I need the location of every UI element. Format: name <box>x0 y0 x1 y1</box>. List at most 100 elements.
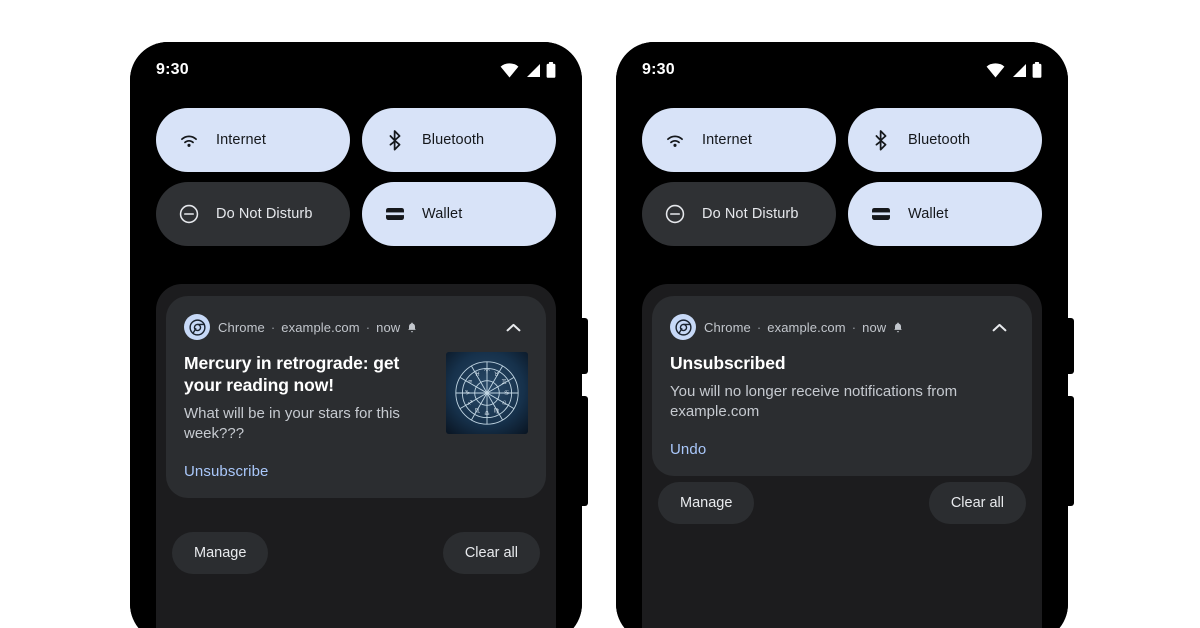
quick-tile-label: Bluetooth <box>908 132 971 148</box>
quick-tile-label: Do Not Disturb <box>216 206 313 222</box>
notification-text-block: Mercury in retrograde: get your reading … <box>184 352 432 443</box>
cellular-signal-icon <box>527 63 540 77</box>
svg-text:♓: ♓ <box>475 371 480 378</box>
wallet-icon <box>386 207 404 221</box>
phone-left: 9:30 Internet Bluetooth Do Not Disturb W… <box>130 42 588 628</box>
notification-app-name: Chrome <box>704 319 751 335</box>
quick-tile-label: Internet <box>216 132 266 148</box>
minus-circle-icon <box>665 204 685 224</box>
svg-text:♏: ♏ <box>475 408 481 415</box>
notification-meta: Chrome · example.com · now <box>704 320 976 335</box>
quick-tile-do-not-disturb[interactable]: Do Not Disturb <box>156 182 350 246</box>
notification-body: Mercury in retrograde: get your reading … <box>184 352 528 443</box>
battery-icon <box>1032 62 1042 78</box>
quick-settings-grid: Internet Bluetooth Do Not Disturb Wallet <box>156 108 556 246</box>
notification-text-block: Unsubscribed You will no longer receive … <box>670 352 1014 421</box>
quick-tile-wallet[interactable]: Wallet <box>362 182 556 246</box>
chrome-glyph <box>188 318 206 336</box>
svg-text:♍: ♍ <box>494 408 499 415</box>
phone-right: 9:30 Internet Bluetooth Do Not Disturb W… <box>616 42 1074 628</box>
notification-app-name: Chrome <box>218 319 265 335</box>
svg-text:♑: ♑ <box>465 390 470 397</box>
minus-circle-icon <box>179 204 199 224</box>
chrome-icon <box>184 314 210 340</box>
status-clock: 9:30 <box>642 61 675 78</box>
status-system-icons <box>500 62 556 78</box>
quick-tile-internet[interactable]: Internet <box>642 108 836 172</box>
chrome-icon <box>670 314 696 340</box>
bell-icon <box>408 322 417 332</box>
svg-text:♒: ♒ <box>467 379 472 386</box>
notification-title: Unsubscribed <box>670 353 786 373</box>
meta-separator: · <box>851 319 857 335</box>
notification-meta: Chrome · example.com · now <box>218 320 490 335</box>
quick-tile-wallet[interactable]: Wallet <box>848 182 1042 246</box>
notification-action-unsubscribe[interactable]: Unsubscribe <box>184 463 528 480</box>
chevron-up-icon <box>992 323 1006 331</box>
notification-shade: Chrome · example.com · now <box>156 284 556 628</box>
notification-header: Chrome · example.com · now <box>670 312 1014 342</box>
svg-text:♐: ♐ <box>467 400 472 407</box>
clear-all-button[interactable]: Clear all <box>442 532 540 574</box>
notification-message: What will be in your stars for this week… <box>184 405 400 442</box>
notification-card-chrome[interactable]: Chrome · example.com · now <box>166 296 546 499</box>
wifi-icon <box>986 62 1005 77</box>
svg-text:♈: ♈ <box>484 368 490 375</box>
quick-tile-label: Internet <box>702 132 752 148</box>
quick-tile-label: Do Not Disturb <box>702 206 799 222</box>
status-system-icons <box>986 62 1042 78</box>
screenshot-canvas: 9:30 Internet Bluetooth Do Not Disturb W… <box>0 0 1200 628</box>
meta-separator: · <box>365 319 371 335</box>
quick-tile-label: Wallet <box>908 206 949 222</box>
notification-time: now <box>376 319 401 335</box>
phone-right-screen: 9:30 Internet Bluetooth Do Not Disturb W… <box>616 42 1068 628</box>
quick-settings-grid: Internet Bluetooth Do Not Disturb Wallet <box>642 108 1042 246</box>
notification-source: example.com <box>767 319 846 335</box>
notification-source: example.com <box>281 319 360 335</box>
notification-header: Chrome · example.com · now <box>184 312 528 342</box>
collapse-button[interactable] <box>498 312 528 342</box>
wifi-icon <box>500 62 519 77</box>
chevron-up-icon <box>506 323 520 331</box>
wallet-icon <box>872 207 890 221</box>
svg-text:♎: ♎ <box>484 410 489 417</box>
meta-separator: · <box>756 319 762 335</box>
status-bar: 9:30 <box>130 42 582 98</box>
shade-footer: Manage Clear all <box>658 482 1026 524</box>
status-clock: 9:30 <box>156 61 189 78</box>
battery-icon <box>546 62 556 78</box>
notification-action-undo[interactable]: Undo <box>670 441 1014 458</box>
wifi-icon <box>181 135 197 147</box>
wifi-icon <box>667 135 683 147</box>
bell-icon <box>894 322 903 332</box>
notification-time: now <box>862 319 887 335</box>
quick-tile-bluetooth[interactable]: Bluetooth <box>362 108 556 172</box>
quick-tile-bluetooth[interactable]: Bluetooth <box>848 108 1042 172</box>
bluetooth-icon <box>875 130 887 151</box>
zodiac-wheel-graphic: ♈ ♉ ♊ ♋ ♌ ♍ ♎ ♏ ♐ ♑ ♒ ♓ <box>446 352 528 434</box>
quick-tile-internet[interactable]: Internet <box>156 108 350 172</box>
clear-all-button[interactable]: Clear all <box>928 482 1026 524</box>
notification-shade: Chrome · example.com · now <box>642 284 1042 628</box>
quick-tile-label: Wallet <box>422 206 463 222</box>
manage-button[interactable]: Manage <box>658 482 755 524</box>
notification-title: Mercury in retrograde: get your reading … <box>184 353 400 396</box>
meta-separator: · <box>270 319 276 335</box>
bluetooth-icon <box>389 130 401 151</box>
svg-text:♌: ♌ <box>501 400 506 407</box>
quick-tile-label: Bluetooth <box>422 132 485 148</box>
cellular-signal-icon <box>1013 63 1026 77</box>
manage-button[interactable]: Manage <box>172 532 269 574</box>
shade-footer: Manage Clear all <box>172 532 540 574</box>
notification-card-chrome[interactable]: Chrome · example.com · now <box>652 296 1032 477</box>
notification-message: You will no longer receive notifications… <box>670 383 958 420</box>
svg-text:♋: ♋ <box>504 390 509 397</box>
chrome-glyph <box>674 318 692 336</box>
phone-left-screen: 9:30 Internet Bluetooth Do Not Disturb W… <box>130 42 582 628</box>
quick-tile-do-not-disturb[interactable]: Do Not Disturb <box>642 182 836 246</box>
notification-body: Unsubscribed You will no longer receive … <box>670 352 1014 421</box>
collapse-button[interactable] <box>984 312 1014 342</box>
svg-text:♊: ♊ <box>501 379 506 386</box>
zodiac-wheel-image: ♈ ♉ ♊ ♋ ♌ ♍ ♎ ♏ ♐ ♑ ♒ ♓ <box>446 352 528 434</box>
status-bar: 9:30 <box>616 42 1068 98</box>
